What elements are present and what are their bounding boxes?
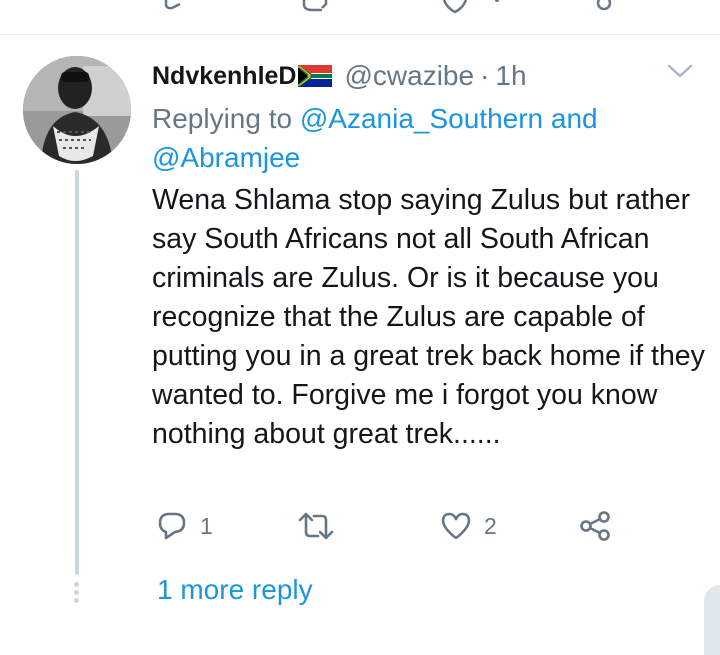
prev-share-icon xyxy=(596,0,612,11)
more-replies-link[interactable]: 1 more reply xyxy=(157,574,313,606)
south-africa-flag-icon xyxy=(298,65,333,87)
thread-more-dots xyxy=(74,582,80,606)
previous-tweet-icons xyxy=(164,0,612,14)
tweet-body: Wena Shlama stop saying Zulus but rather… xyxy=(152,184,705,450)
next-item-edge xyxy=(704,585,720,655)
tweet-time[interactable]: 1h xyxy=(495,60,526,92)
replying-to: Replying to @Azania_Southern and @Abramj… xyxy=(152,99,672,177)
retweet-icon xyxy=(298,512,334,540)
prev-like-icon xyxy=(442,0,468,14)
user-handle[interactable]: @cwazibe xyxy=(344,60,474,92)
reply-button[interactable]: 1 xyxy=(156,510,213,542)
avatar-photo xyxy=(23,56,131,164)
mention-abramjee[interactable]: @Abramjee xyxy=(152,142,300,173)
previous-tweet-actions xyxy=(0,0,720,28)
share-button[interactable] xyxy=(578,510,612,542)
retweet-button[interactable] xyxy=(298,510,346,542)
thread-line xyxy=(75,170,79,575)
reply-count: 1 xyxy=(200,512,213,539)
tweet-header: NdvkenhleD @cwazibe · 1h xyxy=(152,58,527,94)
replying-prefix: Replying to xyxy=(152,103,293,134)
mention-azania-southern[interactable]: @Azania_Southern xyxy=(300,103,543,134)
like-count: 2 xyxy=(484,512,497,539)
display-name[interactable]: NdvkenhleD xyxy=(152,62,296,91)
prev-retweet-icon xyxy=(302,0,328,12)
share-icon xyxy=(580,511,610,541)
prev-reply-icon xyxy=(164,0,181,10)
separator-dot: · xyxy=(480,60,490,91)
avatar[interactable] xyxy=(23,56,131,164)
tweet-actions: 1 2 xyxy=(152,510,632,550)
like-icon xyxy=(441,512,471,540)
tweet-divider xyxy=(0,34,720,35)
reply-icon xyxy=(158,512,186,540)
replying-and[interactable]: and xyxy=(551,103,598,134)
like-button[interactable]: 2 xyxy=(440,510,497,542)
chevron-down-icon[interactable] xyxy=(665,60,695,82)
